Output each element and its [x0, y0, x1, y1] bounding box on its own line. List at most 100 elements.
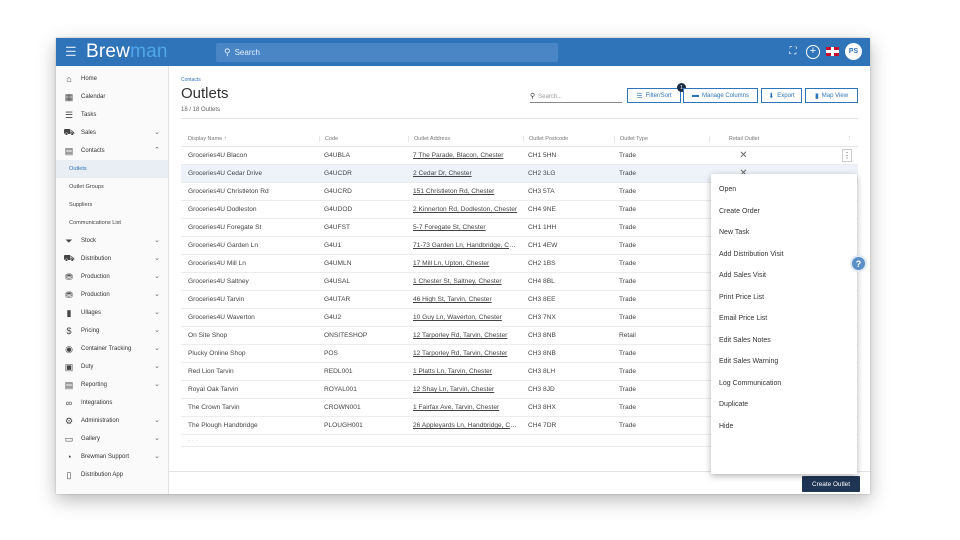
menu-item-edit-sales-notes[interactable]: Edit Sales Notes [711, 330, 857, 352]
cell-address[interactable]: 71-73 Garden Ln, Handbridge, Chester [408, 242, 523, 249]
address-link[interactable]: 12 Tarporley Rd, Tarvin, Chester [413, 332, 518, 339]
menu-item-print-price-list[interactable]: Print Price List [711, 287, 857, 309]
cell-address[interactable]: 1 Fairfax Ave, Tarvin, Chester [408, 404, 523, 411]
menu-item-add-distribution-visit[interactable]: Add Distribution Visit [711, 244, 857, 266]
cell-address[interactable]: 10 Guy Ln, Waverton, Chester [408, 314, 523, 321]
column-header-postcode[interactable]: Outlet Postcode [523, 136, 614, 142]
cell-address[interactable]: 12 Shay Ln, Tarvin, Chester [408, 386, 523, 393]
menu-item-duplicate[interactable]: Duplicate [711, 394, 857, 416]
address-link[interactable]: 151 Christleton Rd, Chester [413, 188, 518, 195]
address-link[interactable]: 46 High St, Tarvin, Chester [413, 296, 518, 303]
filter-sort-button[interactable]: ☰ Filter/Sort [627, 88, 681, 103]
create-outlet-button[interactable]: Create Outlet [802, 476, 860, 492]
address-link[interactable]: 26 Appleyards Ln, Handbridge, Chester [413, 422, 518, 429]
sidebar-item-brewman-support[interactable]: ◔ Brewman Support ⌄ [56, 448, 168, 466]
sidebar-item-administration[interactable]: ⚙ Administration ⌄ [56, 412, 168, 430]
menu-item-open[interactable]: Open [711, 179, 857, 201]
column-header-type[interactable]: Outlet Type [614, 136, 709, 142]
menu-item-create-order[interactable]: Create Order [711, 201, 857, 223]
footer-bar: Create Outlet [169, 471, 870, 494]
address-link[interactable]: 2 Cedar Dr, Chester [413, 170, 518, 177]
breadcrumb[interactable]: Contacts [181, 77, 201, 83]
address-link[interactable]: 2 Kinnerton Rd, Dodleston, Chester [413, 206, 518, 213]
sidebar: ⌂ Home ▦ Calendar ☰ Tasks ⛟ Sales ⌄ ▤ Contacts ⌃ Ou… [56, 66, 169, 494]
cell-code: ONSITESHOP [324, 332, 368, 339]
address-link[interactable]: 17 Mill Ln, Upton, Chester [413, 260, 518, 267]
cell-address[interactable]: 2 Kinnerton Rd, Dodleston, Chester [408, 206, 523, 213]
sidebar-subitem-suppliers[interactable]: Suppliers [56, 196, 168, 214]
nav-icon: $ [66, 326, 72, 336]
column-header-retail[interactable]: Retail Outlet [709, 136, 779, 142]
cell-address[interactable]: 5-7 Foregate St, Chester [408, 224, 523, 231]
cell-address[interactable]: 7 The Parade, Blacon, Chester [408, 152, 523, 159]
sidebar-item-distribution-app[interactable]: ▯ Distribution App [56, 466, 168, 484]
brand-logo[interactable]: Brewman [86, 41, 168, 63]
plus-circle-icon[interactable]: + [806, 44, 820, 59]
sidebar-subitem-outlet-groups[interactable]: Outlet Groups [56, 178, 168, 196]
sidebar-item-ullages[interactable]: ▮ Ullages ⌄ [56, 304, 168, 322]
manage-columns-button[interactable]: ▬ Manage Columns [683, 88, 758, 103]
sidebar-item-container-tracking[interactable]: ◉ Container Tracking ⌄ [56, 340, 168, 358]
address-link[interactable]: 71-73 Garden Ln, Handbridge, Chester [413, 242, 518, 249]
sidebar-item-calendar[interactable]: ▦ Calendar [56, 88, 168, 106]
sidebar-subitem-outlets[interactable]: Outlets [56, 160, 168, 178]
hamburger-icon[interactable]: ☰ [65, 44, 77, 60]
column-header-code[interactable]: Code [319, 136, 408, 142]
page-title: Outlets [181, 85, 229, 102]
address-link[interactable]: 1 Chester St, Saltney, Chester [413, 278, 518, 285]
sidebar-item-sales[interactable]: ⛟ Sales ⌄ [56, 124, 168, 142]
sidebar-item-contacts[interactable]: ▤ Contacts ⌃ [56, 142, 168, 160]
cell-address[interactable]: 151 Christleton Rd, Chester [408, 188, 523, 195]
cell-address[interactable]: 2 Cedar Dr, Chester [408, 170, 523, 177]
address-link[interactable]: 1 Platts Ln, Tarvin, Chester [413, 368, 518, 375]
column-header-address[interactable]: Outlet Address [408, 136, 523, 142]
cell-address[interactable]: 12 Tarporley Rd, Tarvin, Chester [408, 332, 523, 339]
menu-item-log-communication[interactable]: Log Communication [711, 373, 857, 395]
nav-icon: ▦ [64, 91, 74, 102]
menu-item-email-price-list[interactable]: Email Price List [711, 308, 857, 330]
sidebar-item-production[interactable]: ⛃ Production ⌄ [56, 268, 168, 286]
menu-item-add-sales-visit[interactable]: Add Sales Visit [711, 265, 857, 287]
global-search[interactable]: ⚲ Search [216, 43, 558, 62]
address-link[interactable]: 12 Tarporley Rd, Tarvin, Chester [413, 350, 518, 357]
column-header-actions: ⋮ [846, 136, 853, 142]
address-link[interactable]: 1 Fairfax Ave, Tarvin, Chester [413, 404, 518, 411]
sidebar-item-duty[interactable]: ▣ Duty ⌄ [56, 358, 168, 376]
address-link[interactable]: 7 The Parade, Blacon, Chester [413, 152, 518, 159]
uk-flag-icon[interactable] [826, 47, 839, 56]
cell-address[interactable]: 17 Mill Ln, Upton, Chester [408, 260, 523, 267]
help-icon[interactable]: ? [850, 255, 867, 272]
address-link[interactable]: 10 Guy Ln, Waverton, Chester [413, 314, 518, 321]
fullscreen-icon[interactable]: ⛶ [786, 45, 800, 59]
column-header-display-name[interactable]: Display Name ↑ [181, 136, 319, 142]
sidebar-item-integrations[interactable]: ∞ Integrations [56, 394, 168, 412]
sidebar-item-gallery[interactable]: ▭ Gallery ⌄ [56, 430, 168, 448]
sidebar-item-production[interactable]: ⛃ Production ⌄ [56, 286, 168, 304]
cell-address[interactable]: 1 Platts Ln, Tarvin, Chester [408, 368, 523, 375]
menu-item-hide[interactable]: Hide [711, 416, 857, 438]
more-vert-icon[interactable]: ⋮ [842, 149, 852, 162]
cell-address[interactable]: 1 Chester St, Saltney, Chester [408, 278, 523, 285]
address-link[interactable]: 12 Shay Ln, Tarvin, Chester [413, 386, 518, 393]
sidebar-item-distribution[interactable]: ⛟ Distribution ⌄ [56, 250, 168, 268]
table-row[interactable]: Groceries4U Blacon G4UBLA 7 The Parade, Bl… [181, 147, 858, 165]
cell-address[interactable]: 46 High St, Tarvin, Chester [408, 296, 523, 303]
filter-icon: ☰ [636, 92, 643, 100]
sidebar-item-stock[interactable]: ⏷ Stock ⌄ [56, 232, 168, 250]
menu-item-new-task[interactable]: New Task [711, 222, 857, 244]
sidebar-item-reporting[interactable]: ▤ Reporting ⌄ [56, 376, 168, 394]
sidebar-item-pricing[interactable]: $ Pricing ⌄ [56, 322, 168, 340]
export-button[interactable]: ⬇ Export [761, 88, 802, 103]
outlet-search-input[interactable]: ⚲ Search... [530, 89, 622, 103]
menu-item-edit-sales-warning[interactable]: Edit Sales Warning [711, 351, 857, 373]
sidebar-item-home[interactable]: ⌂ Home [56, 70, 168, 88]
sidebar-subitem-communications-list[interactable]: Communications List [56, 214, 168, 232]
address-link[interactable]: 5-7 Foregate St, Chester [413, 224, 518, 231]
cell-address[interactable]: 12 Tarporley Rd, Tarvin, Chester [408, 350, 523, 357]
nav-icon: ◔ [66, 452, 72, 462]
sidebar-item-label: Home [81, 76, 98, 82]
sidebar-item-tasks[interactable]: ☰ Tasks [56, 106, 168, 124]
avatar[interactable]: PS [845, 43, 862, 60]
cell-address[interactable]: 26 Appleyards Ln, Handbridge, Chester [408, 422, 523, 429]
map-view-button[interactable]: ▮ Map View [805, 88, 858, 103]
